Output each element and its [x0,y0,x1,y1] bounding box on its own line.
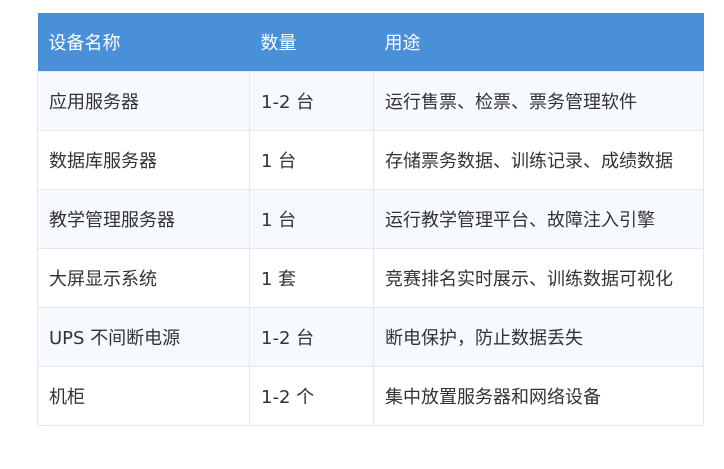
header-device-name: 设备名称 [37,13,250,72]
table-row: 教学管理服务器 1 台 运行教学管理平台、故障注入引擎 [37,189,704,249]
cell-device-name: 大屏显示系统 [37,248,250,308]
cell-device-name: UPS 不间断电源 [37,307,250,367]
equipment-table-container: 设备名称 数量 用途 应用服务器 1-2 台 运行售票、检票、票务管理软件 数据… [37,13,704,426]
cell-purpose: 断电保护，防止数据丢失 [373,307,704,367]
cell-purpose: 竞赛排名实时展示、训练数据可视化 [373,248,704,308]
header-row: 设备名称 数量 用途 [37,13,704,72]
table-row: UPS 不间断电源 1-2 台 断电保护，防止数据丢失 [37,307,704,367]
cell-device-name: 数据库服务器 [37,130,250,190]
header-quantity: 数量 [249,13,374,72]
cell-quantity: 1-2 个 [249,366,374,426]
cell-device-name: 机柜 [37,366,250,426]
cell-quantity: 1 台 [249,189,374,249]
cell-quantity: 1-2 台 [249,71,374,131]
table-row: 机柜 1-2 个 集中放置服务器和网络设备 [37,366,704,426]
cell-quantity: 1-2 台 [249,307,374,367]
cell-device-name: 教学管理服务器 [37,189,250,249]
cell-quantity: 1 台 [249,130,374,190]
cell-device-name: 应用服务器 [37,71,250,131]
table-header: 设备名称 数量 用途 [37,13,704,72]
table-row: 数据库服务器 1 台 存储票务数据、训练记录、成绩数据 [37,130,704,190]
table-row: 大屏显示系统 1 套 竞赛排名实时展示、训练数据可视化 [37,248,704,308]
table-body: 应用服务器 1-2 台 运行售票、检票、票务管理软件 数据库服务器 1 台 存储… [37,71,704,426]
equipment-table: 设备名称 数量 用途 应用服务器 1-2 台 运行售票、检票、票务管理软件 数据… [37,13,704,426]
cell-purpose: 存储票务数据、训练记录、成绩数据 [373,130,704,190]
cell-purpose: 运行教学管理平台、故障注入引擎 [373,189,704,249]
cell-purpose: 集中放置服务器和网络设备 [373,366,704,426]
cell-purpose: 运行售票、检票、票务管理软件 [373,71,704,131]
table-row: 应用服务器 1-2 台 运行售票、检票、票务管理软件 [37,71,704,131]
header-purpose: 用途 [373,13,704,72]
cell-quantity: 1 套 [249,248,374,308]
